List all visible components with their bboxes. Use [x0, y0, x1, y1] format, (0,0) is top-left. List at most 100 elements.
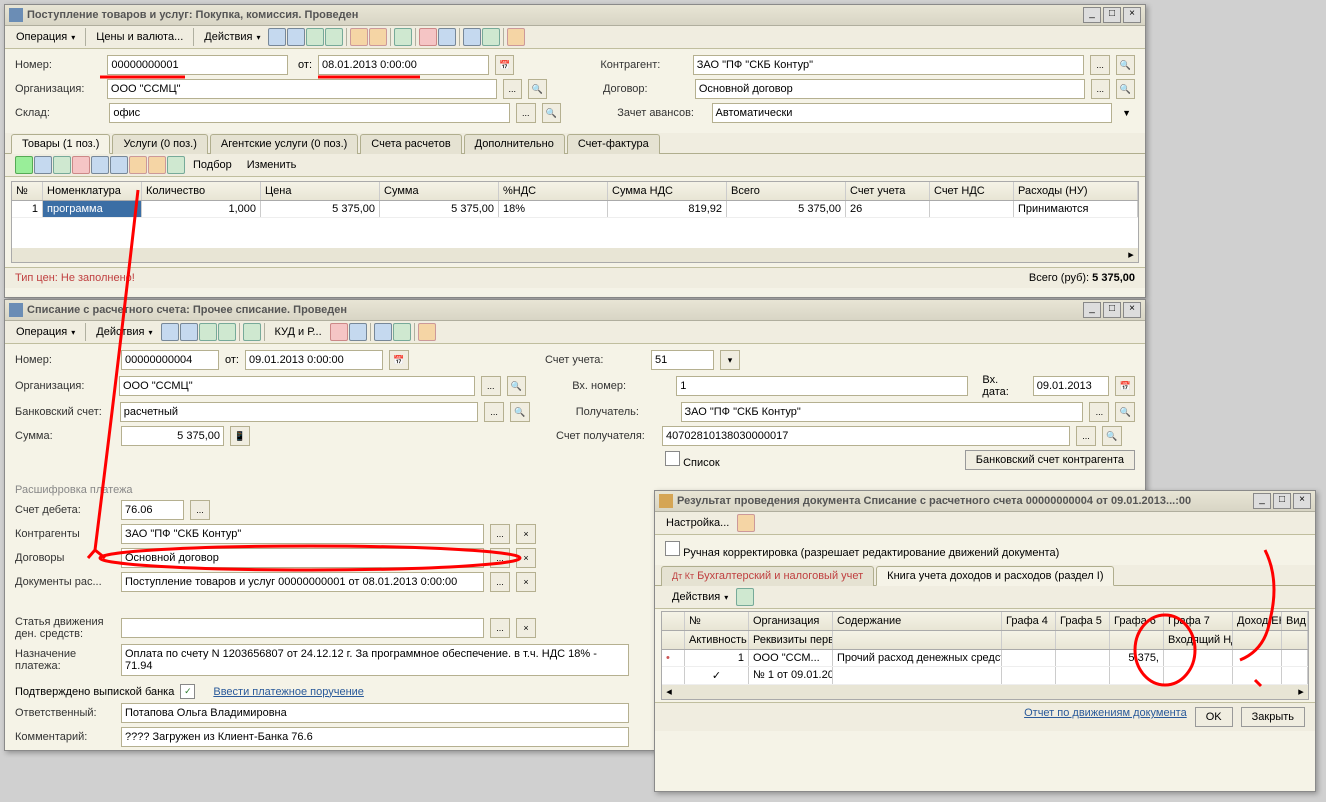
tab-accounts[interactable]: Счета расчетов	[360, 134, 461, 154]
col-total[interactable]: Всего	[727, 182, 846, 200]
bank-input[interactable]: расчетный	[120, 402, 479, 422]
resp-input[interactable]: Потапова Ольга Владимировна	[121, 703, 629, 723]
col-num[interactable]: №	[685, 612, 749, 630]
grid-icon-3[interactable]	[91, 156, 109, 174]
actions-menu[interactable]: Действия	[89, 323, 159, 341]
select-btn[interactable]: ...	[516, 103, 536, 123]
article-input[interactable]	[121, 618, 484, 638]
close-btn[interactable]: ×	[1123, 302, 1141, 318]
tab-goods[interactable]: Товары (1 поз.)	[11, 134, 110, 154]
col-exp[interactable]: Расходы (НУ)	[1014, 182, 1138, 200]
debit-input[interactable]: 76.06	[121, 500, 184, 520]
operation-menu[interactable]: Операция	[9, 28, 82, 46]
select-btn[interactable]: ...	[1090, 55, 1109, 75]
close-btn[interactable]: Закрыть	[1241, 707, 1305, 727]
col-vatsum[interactable]: Сумма НДС	[608, 182, 727, 200]
grid-icon-5[interactable]	[129, 156, 147, 174]
col-num[interactable]: №	[12, 182, 43, 200]
maximize-btn[interactable]: □	[1103, 7, 1121, 23]
actions-menu[interactable]: Действия	[197, 28, 267, 46]
comment-input[interactable]: ???? Загружен из Клиент-Банка 76.6	[121, 727, 629, 747]
help-icon[interactable]	[507, 28, 525, 46]
selection-btn[interactable]: Подбор	[186, 156, 239, 174]
bankacc-btn[interactable]: Банковский счет контрагента	[965, 450, 1135, 470]
racc-input[interactable]: 40702810138030000017	[662, 426, 1070, 446]
prices-btn[interactable]: Цены и валюта...	[89, 28, 190, 46]
grid-icon-6[interactable]	[148, 156, 166, 174]
grid-icon-7[interactable]	[167, 156, 185, 174]
icon-3[interactable]	[306, 28, 324, 46]
col-g4[interactable]: Графа 4	[1002, 612, 1056, 630]
close-btn[interactable]: ×	[1123, 7, 1141, 23]
contragent-input[interactable]: ЗАО "ПФ "СКБ Контур"	[693, 55, 1085, 75]
search-btn[interactable]: 🔍	[1116, 55, 1135, 75]
contracts-input[interactable]: Основной договор	[121, 548, 484, 568]
icon-2[interactable]	[287, 28, 305, 46]
dtkt-icon[interactable]	[330, 323, 348, 341]
delete-icon[interactable]	[72, 156, 90, 174]
tab-accounting[interactable]: Дт Кт Бухгалтерский и налоговый учет	[661, 566, 874, 586]
col-qty[interactable]: Количество	[142, 182, 261, 200]
contragents-input[interactable]: ЗАО "ПФ "СКБ Контур"	[121, 524, 484, 544]
icon-4[interactable]	[218, 323, 236, 341]
search-btn[interactable]: 🔍	[528, 79, 547, 99]
recipient-input[interactable]: ЗАО "ПФ "СКБ Контур"	[681, 402, 1084, 422]
calendar-btn[interactable]: 📅	[1115, 376, 1135, 396]
col-price[interactable]: Цена	[261, 182, 380, 200]
icon-7[interactable]	[394, 28, 412, 46]
col-exptype[interactable]: Вид расхо	[1282, 612, 1308, 630]
grid-icon-1[interactable]	[34, 156, 52, 174]
settings-btn[interactable]: Настройка...	[659, 514, 736, 532]
confirmed-checkbox[interactable]: ✓	[180, 684, 195, 699]
col-vatacc[interactable]: Счет НДС	[930, 182, 1014, 200]
icon-4[interactable]	[325, 28, 343, 46]
col-content[interactable]: Содержание	[833, 612, 1002, 630]
org-input[interactable]: ООО "ССМЦ"	[107, 79, 497, 99]
icon-9[interactable]	[463, 28, 481, 46]
sum-input[interactable]: 5 375,00	[121, 426, 224, 446]
account-input[interactable]: 51	[651, 350, 714, 370]
vnum-input[interactable]: 1	[676, 376, 968, 396]
dropdown-btn[interactable]: ▾	[720, 350, 740, 370]
number-input[interactable]: 00000000004	[121, 350, 219, 370]
list-checkbox[interactable]	[665, 451, 680, 466]
help-icon[interactable]	[737, 514, 755, 532]
report-link[interactable]: Отчет по движениям документа	[1024, 707, 1187, 727]
col-g5[interactable]: Графа 5	[1056, 612, 1110, 630]
col-acc[interactable]: Счет учета	[846, 182, 930, 200]
maximize-btn[interactable]: □	[1273, 493, 1291, 509]
vdate-input[interactable]: 09.01.2013	[1033, 376, 1110, 396]
add-icon[interactable]	[15, 156, 33, 174]
refresh-icon[interactable]	[736, 588, 754, 606]
change-btn[interactable]: Изменить	[240, 156, 304, 174]
docs-input[interactable]: Поступление товаров и услуг 00000000001 …	[121, 572, 484, 592]
dtkt-icon[interactable]	[419, 28, 437, 46]
select-btn[interactable]: ...	[503, 79, 522, 99]
icon-3[interactable]	[199, 323, 217, 341]
select-btn[interactable]: ...	[1091, 79, 1110, 99]
col-nom[interactable]: Номенклатура	[43, 182, 142, 200]
tab-additional[interactable]: Дополнительно	[464, 134, 565, 154]
minimize-btn[interactable]: _	[1083, 302, 1101, 318]
number-input[interactable]: 00000000001	[107, 55, 288, 75]
maximize-btn[interactable]: □	[1103, 302, 1121, 318]
date-input[interactable]: 09.01.2013 0:00:00	[245, 350, 383, 370]
icon-6[interactable]	[349, 323, 367, 341]
kud-btn[interactable]: КУД и Р...	[268, 323, 329, 341]
icon-6[interactable]	[369, 28, 387, 46]
grid-row[interactable]: • 1 ООО "ССМ... Прочий расход денежных с…	[662, 650, 1308, 667]
grid-icon-2[interactable]	[53, 156, 71, 174]
manual-checkbox[interactable]	[665, 541, 680, 556]
purpose-input[interactable]: Оплата по счету N 1203656807 от 24.12.12…	[121, 644, 629, 676]
org-input[interactable]: ООО "ССМЦ"	[119, 376, 475, 396]
col-org[interactable]: Организация	[749, 612, 833, 630]
col-g6[interactable]: Графа 6	[1110, 612, 1164, 630]
tab-agent[interactable]: Агентские услуги (0 поз.)	[210, 134, 358, 154]
icon-5[interactable]	[350, 28, 368, 46]
icon-8[interactable]	[393, 323, 411, 341]
close-btn[interactable]: ×	[1293, 493, 1311, 509]
search-btn[interactable]: 🔍	[1116, 79, 1135, 99]
actions-menu[interactable]: Действия	[665, 588, 735, 606]
date-input[interactable]: 08.01.2013 0:00:00	[318, 55, 489, 75]
col-sum[interactable]: Сумма	[380, 182, 499, 200]
